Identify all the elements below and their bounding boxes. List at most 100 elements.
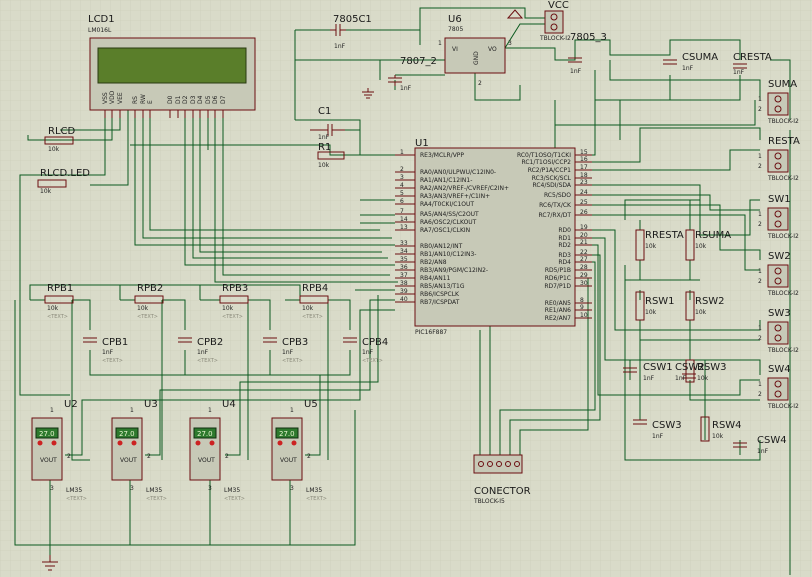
terminal-pin-number: 2: [758, 391, 762, 398]
res-ref: RPB1: [47, 283, 73, 294]
mcu-pin-name: RA4/T0CKI/C1OUT: [420, 201, 474, 208]
mcu-pin-number: 22: [580, 249, 588, 256]
mcu-ref: U1: [415, 138, 429, 149]
sensor-vout: VOUT: [40, 457, 57, 464]
regulator-vo: VO: [488, 46, 497, 53]
cap-value: 1nF: [334, 43, 346, 50]
mcu-pin-name: RC4/SDI/SDA: [532, 182, 571, 189]
terminal-part: TBLOCK-I2: [767, 233, 799, 240]
mcu-pin-name: RC3/SCK/SCL: [532, 175, 572, 182]
sensor-pin-number: 2: [147, 453, 151, 460]
sensor-part: LM35: [224, 487, 240, 494]
lcd-ref: LCD1: [88, 14, 115, 25]
cap-value: 1nF: [570, 68, 582, 75]
res-ref: RPB2: [137, 283, 163, 294]
mcu-pin-name: RE0/AN5: [545, 300, 571, 307]
terminal-pin-number: 2: [758, 163, 762, 170]
lcd-pin-label: D6: [212, 95, 219, 104]
cap-ref: CSW3: [652, 420, 682, 431]
res-value: 10k: [695, 243, 707, 250]
sensor-button-icon[interactable]: [37, 440, 43, 446]
res-value: 10k: [697, 375, 709, 382]
mcu-pin-number: 39: [400, 288, 408, 295]
conector-part: TBLOCK-I5: [473, 498, 505, 505]
lcd-pin-label: RW: [140, 94, 147, 104]
sensor-button-icon[interactable]: [51, 440, 57, 446]
sensor-button-icon[interactable]: [195, 440, 201, 446]
terminal-pin-number: 1: [758, 268, 762, 275]
mcu-pin-name: RB7/ICSPDAT: [420, 299, 460, 306]
mcu-pin-number: 38: [400, 280, 408, 287]
res-value: 10k: [137, 305, 149, 312]
mcu-pin-number: 23: [580, 179, 588, 186]
sensor-body: [189, 417, 221, 481]
res-ref: RSW1: [645, 296, 675, 307]
sensor-button-icon[interactable]: [131, 440, 137, 446]
terminal-part: TBLOCK-I2: [767, 175, 799, 182]
vcc-part: TBLOCK-I2: [539, 35, 571, 42]
mcu-pin-number: 34: [400, 248, 408, 255]
sensor-reading: 27.0: [119, 430, 135, 438]
mcu-pin-number: 15: [580, 149, 588, 156]
mcu-pin-number: 28: [580, 264, 588, 271]
cap-value: 1nF: [757, 448, 769, 455]
cap-ref: 7805C1: [333, 14, 372, 25]
cap-ref: CPB3: [282, 337, 308, 348]
cap-value: 1nF: [197, 349, 209, 356]
mcu-u1[interactable]: U1 1 RE3/MCLR/VPP 2 RA0/AN0/ULPWU/C12IN0- 3 R…: [395, 138, 592, 336]
sensor-button-icon[interactable]: [291, 440, 297, 446]
sensor-body: [271, 417, 303, 481]
cap-value: 1nF: [318, 134, 330, 141]
sensor-pin-number: 1: [130, 407, 134, 414]
mcu-pin-number: 33: [400, 240, 408, 247]
res-ref: RSW4: [712, 420, 742, 431]
sensor-ref: U5: [304, 399, 318, 410]
sensor-button-icon[interactable]: [209, 440, 215, 446]
res-ref: R1: [318, 142, 331, 153]
lcd-pin-label: VEE: [117, 92, 124, 104]
mcu-pin-number: 21: [580, 239, 588, 246]
mcu-pin-number: 8: [580, 297, 584, 304]
lcd-pin-label: D3: [190, 95, 197, 104]
terminal-part: TBLOCK-I2: [767, 403, 799, 410]
cap-ref: CSUMA: [682, 52, 718, 63]
mcu-pin-name: RB5/AN13/T1G: [420, 283, 465, 290]
res-value: 10k: [712, 433, 724, 440]
schematic-canvas: LCD1 LM016L VSS VDD VEE RS RW E D0 D1 D2 D3 D4 D5 D6…: [0, 0, 812, 577]
res-value: 10k: [222, 305, 234, 312]
sensor-button-icon[interactable]: [277, 440, 283, 446]
regulator-vi: VI: [452, 46, 458, 53]
placeholder-text: <TEXT>: [66, 496, 87, 502]
sensor-ref: U3: [144, 399, 158, 410]
mcu-pin-name: RC5/SDO: [544, 192, 571, 199]
placeholder-text: <TEXT>: [362, 358, 383, 364]
regulator-pin1: 1: [438, 40, 442, 47]
terminal-ref: SUMA: [768, 79, 797, 90]
mcu-pin-name: RE1/AN6: [545, 307, 571, 314]
sensor-pin-number: 3: [290, 485, 294, 492]
placeholder-text: <TEXT>: [306, 496, 327, 502]
mcu-pin-name: RA5/AN4/SS/C2OUT: [420, 211, 479, 218]
mcu-pin-name: RA7/OSC1/CLKIN: [420, 227, 470, 234]
mcu-pin-number: 37: [400, 272, 408, 279]
lcd-pin-label: VDD: [109, 90, 116, 104]
mcu-pin-number: 1: [400, 149, 404, 156]
mcu-pin-number: 9: [580, 304, 584, 311]
terminal-ref: SW1: [768, 194, 791, 205]
placeholder-text: <TEXT>: [222, 314, 243, 320]
res-ref: RPB4: [302, 283, 328, 294]
res-value: 10k: [48, 146, 60, 153]
mcu-pin-number: 16: [580, 156, 588, 163]
res-value: 10k: [695, 309, 707, 316]
cap-value: 1nF: [733, 69, 745, 76]
sensor-ref: U4: [222, 399, 236, 410]
lcd-part: LM016L: [88, 27, 112, 34]
terminal-ref: SW2: [768, 251, 791, 262]
lcd-pin-label: E: [147, 100, 154, 104]
sensor-vout: VOUT: [198, 457, 215, 464]
cap-value: 1nF: [400, 85, 412, 92]
terminal-pin-number: 1: [758, 211, 762, 218]
mcu-pin-number: 29: [580, 272, 588, 279]
sensor-button-icon[interactable]: [117, 440, 123, 446]
mcu-pin-name: RC7/RX/DT: [539, 212, 572, 219]
